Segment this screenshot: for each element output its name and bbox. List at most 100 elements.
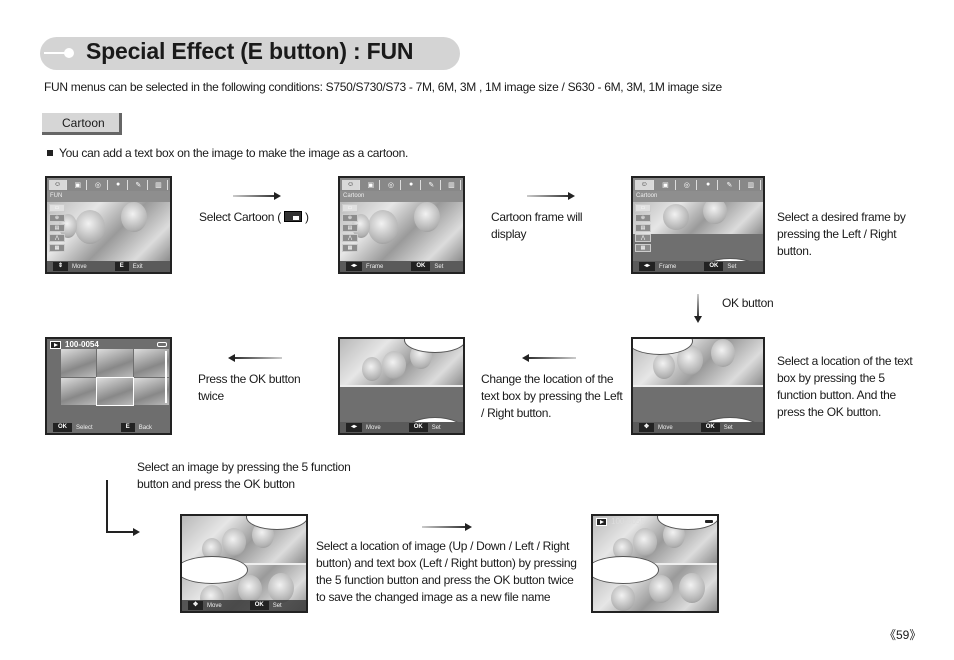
- key-label: Set: [272, 602, 282, 609]
- focus-frame-icon[interactable]: ⊕: [635, 214, 651, 222]
- file-number: 100-0054: [65, 340, 99, 349]
- tab-setup-icon[interactable]: ▥: [742, 179, 761, 190]
- leftright-icon: ◂▸: [639, 262, 656, 271]
- bottom-bar: OK Select E Back: [47, 422, 170, 433]
- caption-select-cartoon: Select Cartoon ( ): [199, 209, 309, 226]
- cartoon-icon[interactable]: ▭: [342, 204, 358, 212]
- sticker-icon[interactable]: ▦: [635, 244, 651, 252]
- tab-frame-icon[interactable]: ▣: [69, 179, 88, 190]
- bottom-bar: ◂▸ Frame OK Set: [340, 261, 463, 272]
- leftright-icon: ◂▸: [346, 423, 363, 432]
- bottom-bar: ✥ Move OK Set: [633, 422, 763, 433]
- nav-label: Move: [72, 263, 87, 270]
- caption-press-ok-twice: Press the OK button twice: [198, 372, 301, 403]
- tab-edit-icon[interactable]: ✎: [130, 179, 148, 190]
- thumbnail-grid: [61, 349, 169, 406]
- focus-frame-icon[interactable]: ⊕: [342, 214, 358, 222]
- nav-label: Frame: [659, 263, 677, 270]
- tab-color-icon[interactable]: ●: [403, 179, 421, 190]
- caption-frame-display: Cartoon frame will display: [491, 210, 583, 241]
- key-label: Select: [76, 424, 93, 431]
- photo: [47, 202, 170, 261]
- screen-thumbnail-browser: 100-0054 OK Select E Back: [45, 337, 172, 435]
- tab-effect-icon[interactable]: ◎: [382, 179, 401, 190]
- focus-frame-icon[interactable]: ⊕: [49, 214, 65, 222]
- arrow-right: [233, 192, 281, 200]
- thumbnail[interactable]: [97, 349, 133, 377]
- arrow-right: [422, 523, 472, 531]
- caption-text: Select Cartoon (: [199, 210, 284, 224]
- tab-color-icon[interactable]: ●: [699, 179, 719, 190]
- thumbnail-selected[interactable]: [96, 376, 134, 406]
- photo-frame-icon[interactable]: ⋀: [49, 234, 65, 242]
- side-icon-list: ▭ ⊕ ▤ ⋀ ▦: [635, 204, 651, 254]
- battery-icon: [157, 342, 167, 347]
- e-key: E: [120, 423, 135, 432]
- ok-key: OK: [704, 262, 724, 271]
- nav-label: Move: [658, 424, 673, 431]
- tab-fun-icon[interactable]: ☺: [342, 179, 361, 190]
- tab-frame-icon[interactable]: ▣: [656, 179, 676, 190]
- screen-frame-select: ☺ ▣ ◎ ● ✎ ▥ Cartoon ▭ ⊕ ▤ ⋀ ▦ ◂▸ Frame OK…: [631, 176, 765, 274]
- menu-label: FUN: [47, 191, 170, 202]
- screen-fun-menu: ☺ ▣ ◎ ● ✎ ▥ FUN ▭ ⊕ ▤ ⋀ ▦ ⇕ Move E Exit: [45, 176, 172, 274]
- bottom-bar: ✥ Move OK Set: [182, 600, 306, 611]
- side-icon-list: ▭ ⊕ ▤ ⋀ ▦: [342, 204, 358, 254]
- composite-icon[interactable]: ▤: [49, 224, 65, 232]
- tab-effect-icon[interactable]: ◎: [678, 179, 697, 190]
- composite-icon[interactable]: ▤: [342, 224, 358, 232]
- menu-label: Cartoon: [633, 191, 763, 202]
- cartoon-icon[interactable]: ▭: [49, 204, 65, 212]
- caption-save-new-file: Select a location of image (Up / Down / …: [316, 539, 577, 604]
- cartoon-icon[interactable]: ▭: [635, 204, 651, 212]
- screen-change-textbox: ◂▸ Move OK Set: [338, 337, 465, 435]
- menu-label: Cartoon: [340, 191, 463, 202]
- elbow-arrow-vertical: [106, 480, 108, 533]
- play-mode-icon: [596, 518, 607, 526]
- ok-key: OK: [411, 262, 431, 271]
- thumbnail[interactable]: [61, 349, 97, 377]
- menu-tab-bar: ☺ ▣ ◎ ● ✎ ▥: [340, 178, 463, 191]
- ok-key: OK: [53, 423, 72, 432]
- caption-select-location: Select a location of the text box by pre…: [777, 354, 913, 419]
- arrow-left: [522, 354, 576, 362]
- thumbnail[interactable]: [133, 377, 169, 405]
- nav-label: Frame: [366, 263, 384, 270]
- caption-change-location: Change the location of the text box by p…: [481, 372, 623, 420]
- tab-color-icon[interactable]: ●: [110, 179, 128, 190]
- tab-fun-icon[interactable]: ☺: [635, 179, 655, 190]
- tab-fun-icon[interactable]: ☺: [49, 179, 68, 190]
- bottom-bar: ◂▸ Move OK Set: [340, 422, 463, 433]
- key-label: Exit: [132, 263, 143, 270]
- five-way-icon: ✥: [639, 423, 655, 432]
- key-label: Set: [727, 263, 737, 270]
- ok-key: OK: [249, 601, 269, 610]
- tab-edit-icon[interactable]: ✎: [423, 179, 441, 190]
- arrow-right: [527, 192, 575, 200]
- updown-icon: ⇕: [53, 262, 69, 271]
- sticker-icon[interactable]: ▦: [342, 244, 358, 252]
- arrow-left: [228, 354, 282, 362]
- photo-frame-icon[interactable]: ⋀: [342, 234, 358, 242]
- tab-setup-icon[interactable]: ▥: [443, 179, 462, 190]
- menu-tab-bar: ☺ ▣ ◎ ● ✎ ▥: [47, 178, 170, 191]
- scrollbar[interactable]: [165, 351, 167, 403]
- composite-icon[interactable]: ▤: [635, 224, 651, 232]
- sticker-icon[interactable]: ▦: [49, 244, 65, 252]
- key-label: Set: [431, 424, 441, 431]
- nav-label: Move: [207, 602, 222, 609]
- arrow-down: [694, 294, 702, 323]
- bullet-text: You can add a text box on the image to m…: [59, 146, 409, 160]
- tab-edit-icon[interactable]: ✎: [720, 179, 740, 190]
- tab-setup-icon[interactable]: ▥: [150, 179, 169, 190]
- thumbnail[interactable]: [133, 349, 169, 377]
- caption-select-frame: Select a desired frame by pressing the L…: [777, 210, 906, 258]
- photo-frame-icon[interactable]: ⋀: [635, 234, 651, 242]
- thumbnail[interactable]: [61, 377, 97, 405]
- caption-text: ): [301, 210, 309, 224]
- tab-effect-icon[interactable]: ◎: [89, 179, 108, 190]
- tab-frame-icon[interactable]: ▣: [362, 179, 381, 190]
- photo: [340, 202, 463, 261]
- leftright-icon: ◂▸: [346, 262, 363, 271]
- screen-cartoon-menu: ☺ ▣ ◎ ● ✎ ▥ Cartoon ▭ ⊕ ▤ ⋀ ▦ ◂▸ Frame OK…: [338, 176, 465, 274]
